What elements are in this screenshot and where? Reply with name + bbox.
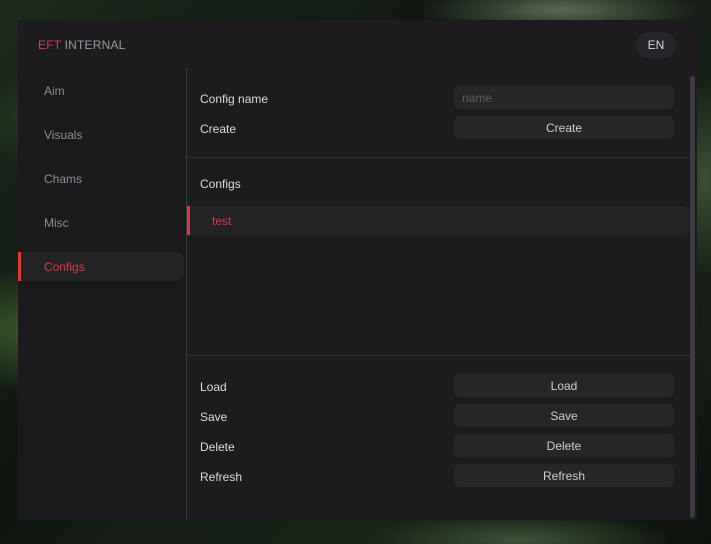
create-button[interactable]: Create bbox=[454, 116, 674, 139]
language-button[interactable]: EN bbox=[636, 32, 676, 58]
refresh-label: Refresh bbox=[200, 470, 243, 484]
configs-list-title: Configs bbox=[200, 177, 241, 191]
section-divider-bottom bbox=[187, 355, 689, 356]
sidebar-item-chams[interactable]: Chams bbox=[18, 164, 184, 193]
create-label: Create bbox=[200, 122, 237, 136]
configs-panel: Config name Create Create Configs test L… bbox=[187, 68, 697, 520]
load-label: Load bbox=[200, 380, 227, 394]
section-divider-top bbox=[187, 157, 689, 158]
sidebar-item-misc[interactable]: Misc bbox=[18, 208, 184, 237]
sidebar-item-configs[interactable]: Configs bbox=[18, 252, 184, 281]
delete-button[interactable]: Delete bbox=[454, 434, 674, 457]
brand-accent: EFT bbox=[38, 38, 62, 52]
brand-logo: EFT INTERNAL bbox=[38, 38, 126, 52]
delete-label: Delete bbox=[200, 440, 235, 454]
menu-header: EFT INTERNAL EN bbox=[18, 20, 697, 68]
config-list-item[interactable]: test bbox=[187, 206, 689, 235]
sidebar-nav: Aim Visuals Chams Misc Configs bbox=[18, 68, 186, 520]
sidebar-item-visuals[interactable]: Visuals bbox=[18, 120, 184, 149]
brand-name: INTERNAL bbox=[61, 38, 126, 52]
cheat-menu-window: EFT INTERNAL EN Aim Visuals Chams Misc C… bbox=[18, 20, 697, 520]
sidebar-item-aim[interactable]: Aim bbox=[18, 76, 184, 105]
save-label: Save bbox=[200, 410, 228, 424]
load-button[interactable]: Load bbox=[454, 374, 674, 397]
vertical-scrollbar[interactable] bbox=[690, 76, 695, 518]
save-button[interactable]: Save bbox=[454, 404, 674, 427]
config-name-input[interactable] bbox=[454, 86, 674, 109]
config-name-label: Config name bbox=[200, 92, 269, 106]
refresh-button[interactable]: Refresh bbox=[454, 464, 674, 487]
